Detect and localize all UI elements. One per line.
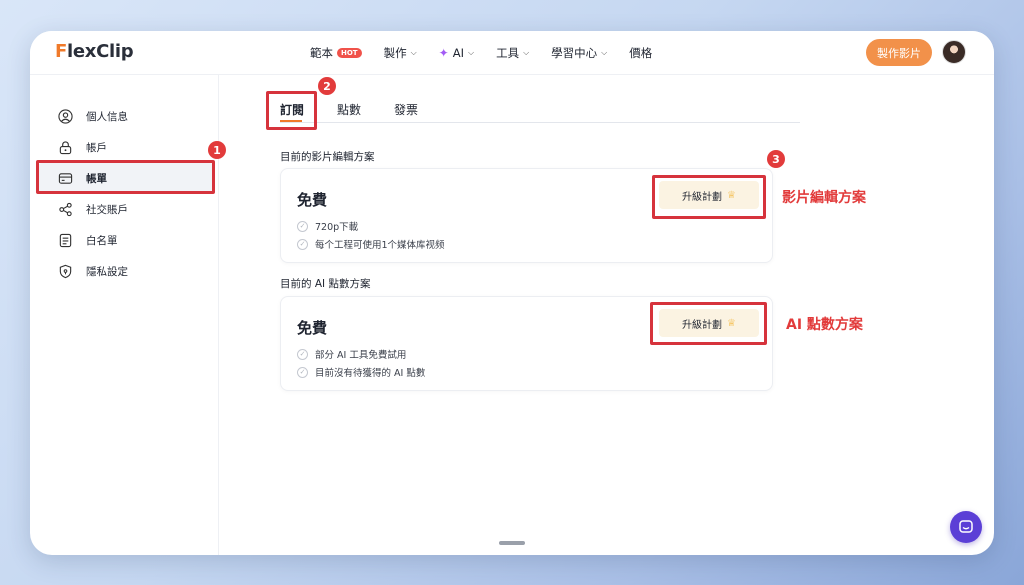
lock-icon xyxy=(52,140,78,155)
check-circle-icon: ✓ xyxy=(297,348,308,360)
ai-plan-title: 免費 xyxy=(297,319,328,337)
flexclip-logo[interactable]: FlexClip xyxy=(55,41,134,62)
shield-icon xyxy=(52,264,78,279)
step-badge-3: 3 xyxy=(767,150,785,168)
tab-credits[interactable]: 點數 xyxy=(337,101,361,118)
video-plan-annotation: 影片編輯方案 xyxy=(782,190,866,206)
sidebar-item-social-accounts[interactable]: 社交賬戶 xyxy=(38,194,214,224)
nav-templates[interactable]: 範本 HOT xyxy=(310,45,362,61)
sidebar-item-account[interactable]: 帳戶 xyxy=(38,132,214,162)
ai-plan-section-label: 目前的 AI 點數方案 xyxy=(280,278,371,290)
chevron-down-icon: ⌵ xyxy=(468,48,475,57)
user-icon xyxy=(52,108,78,124)
plan-feature: ✓ 每个工程可使用1个媒体库视频 xyxy=(297,237,445,251)
sidebar-item-privacy-settings[interactable]: 隱私設定 xyxy=(38,256,214,286)
share-icon xyxy=(52,202,78,217)
ai-plan-annotation: AI 點數方案 xyxy=(786,317,863,333)
chevron-down-icon: ⌵ xyxy=(410,48,417,57)
app-window: FlexClip 範本 HOT 製作 ⌵ ✦ AI ⌵ 工具 ⌵ 學習中心 ⌵ xyxy=(30,31,994,555)
chat-icon xyxy=(959,520,973,533)
check-circle-icon: ✓ xyxy=(297,220,308,232)
top-navbar: FlexClip 範本 HOT 製作 ⌵ ✦ AI ⌵ 工具 ⌵ 學習中心 ⌵ xyxy=(30,31,994,75)
list-icon xyxy=(52,233,78,248)
check-circle-icon: ✓ xyxy=(297,366,308,378)
sparkle-icon: ✦ xyxy=(438,46,449,60)
billing-tabs: 訂閱 點數 發票 xyxy=(280,95,800,123)
step-badge-2: 2 xyxy=(318,77,336,95)
avatar[interactable] xyxy=(942,40,966,64)
make-video-button[interactable]: 製作影片 xyxy=(866,39,932,66)
check-circle-icon: ✓ xyxy=(297,238,308,250)
nav-learning-center[interactable]: 學習中心 ⌵ xyxy=(551,45,607,61)
nav-pricing[interactable]: 價格 xyxy=(629,45,652,61)
plan-feature: ✓ 目前沒有待獲得的 AI 點數 xyxy=(297,365,425,379)
video-plan-title: 免費 xyxy=(297,191,328,209)
chat-support-button[interactable] xyxy=(950,511,982,543)
account-sidebar: 個人信息 帳戶 帳單 社交賬戶 白名單 隱私設定 xyxy=(30,75,219,555)
video-plan-section-label: 目前的影片編輯方案 xyxy=(280,151,375,163)
nav-tools[interactable]: 工具 ⌵ xyxy=(496,45,529,61)
subscription-tab-highlight-box xyxy=(266,91,317,130)
step-badge-1: 1 xyxy=(208,141,226,159)
ai-upgrade-highlight-box xyxy=(650,302,767,345)
video-upgrade-highlight-box xyxy=(652,175,766,219)
billing-highlight-box xyxy=(36,160,215,194)
nav-create[interactable]: 製作 ⌵ xyxy=(384,45,417,61)
sidebar-item-whitelist[interactable]: 白名單 xyxy=(38,225,214,255)
hot-badge: HOT xyxy=(337,48,362,58)
tab-invoices[interactable]: 發票 xyxy=(394,101,418,118)
scroll-handle[interactable] xyxy=(499,541,525,545)
chevron-down-icon: ⌵ xyxy=(601,48,608,57)
sidebar-item-profile[interactable]: 個人信息 xyxy=(38,101,214,131)
main-nav: 範本 HOT 製作 ⌵ ✦ AI ⌵ 工具 ⌵ 學習中心 ⌵ 價格 xyxy=(310,31,652,75)
chevron-down-icon: ⌵ xyxy=(523,48,530,57)
plan-feature: ✓ 部分 AI 工具免費試用 xyxy=(297,347,406,361)
plan-feature: ✓ 720p下載 xyxy=(297,219,358,233)
nav-ai[interactable]: ✦ AI ⌵ xyxy=(439,46,474,60)
